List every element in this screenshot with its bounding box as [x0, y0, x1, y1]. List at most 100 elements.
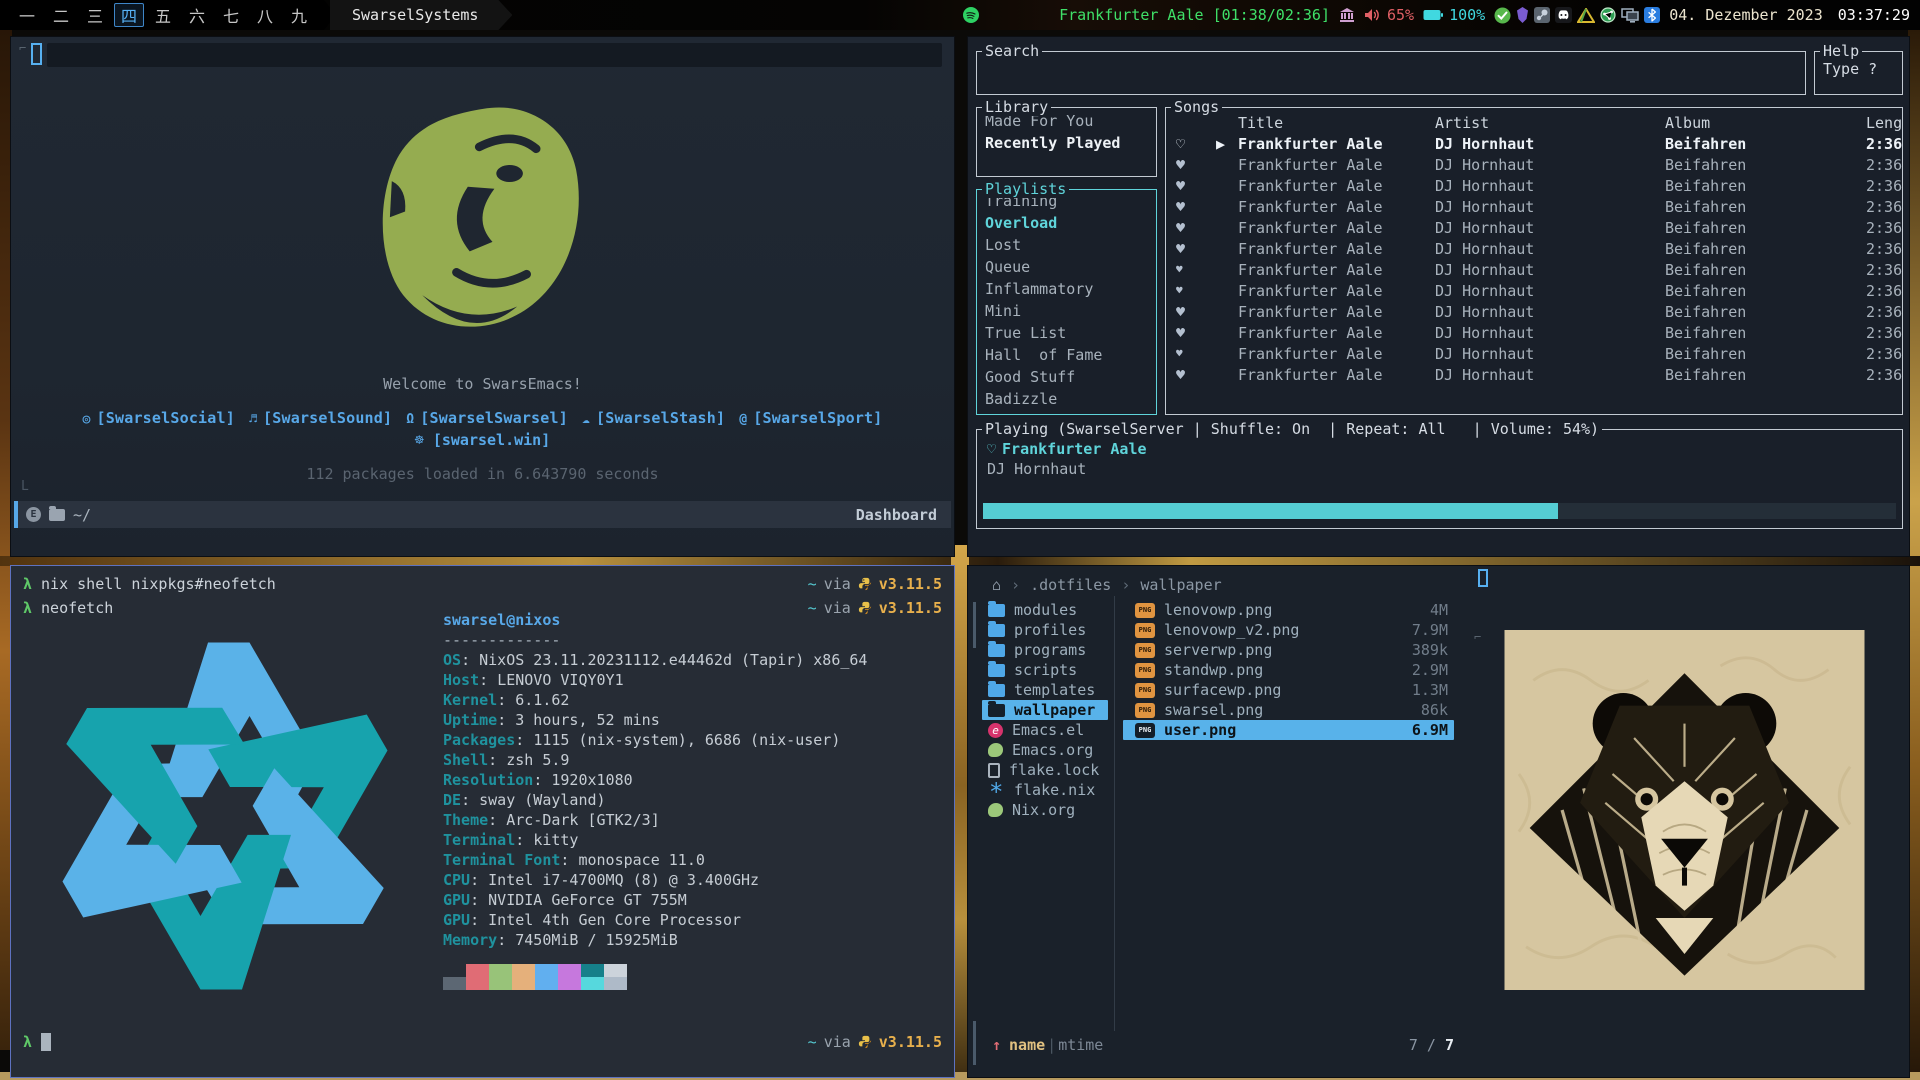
gem-shield-icon[interactable] [1516, 7, 1529, 23]
palette-swatch [512, 977, 535, 990]
file-row[interactable]: lenovowp.png 4M [1123, 600, 1454, 620]
workspace-button[interactable]: 二 [46, 3, 76, 27]
song-row[interactable]: ♥ Frankfurter Aale DJ Hornhaut Beifahren… [1166, 301, 1902, 322]
heart-icon[interactable]: ♥ [1176, 284, 1216, 297]
displays-icon[interactable] [1621, 8, 1639, 23]
directory-row[interactable]: wallpaper [982, 700, 1108, 720]
tent-vpn-icon[interactable] [1577, 8, 1595, 23]
bluetooth-icon[interactable] [1644, 7, 1660, 23]
song-row[interactable]: ♥ Frankfurter Aale DJ Hornhaut Beifahren… [1166, 343, 1902, 364]
workspace-button[interactable]: 八 [250, 3, 280, 27]
dashboard-link[interactable]: ◎[SwarselSocial] [82, 409, 235, 427]
terminal-window[interactable]: λ nix shell nixpkgs#neofetch ~ via v3.11… [10, 565, 955, 1078]
dashboard-link[interactable]: @[SwarselSport] [739, 409, 882, 427]
file-row[interactable]: surfacewp.png 1.3M [1123, 680, 1454, 700]
info-colon: : [461, 651, 479, 669]
directory-row[interactable]: Emacs.org [982, 740, 1108, 760]
sort-alt-key[interactable]: mtime [1058, 1036, 1103, 1054]
col-title: Title [1238, 114, 1435, 132]
workspace-button[interactable]: 四 [114, 3, 144, 27]
breadcrumb-part[interactable]: .dotfiles [1030, 576, 1111, 594]
file-row[interactable]: lenovowp_v2.png 7.9M [1123, 620, 1454, 640]
library-item[interactable]: Recently Played [977, 130, 1156, 152]
heart-icon[interactable]: ♥ [1176, 263, 1216, 276]
heart-outline-icon[interactable]: ♡ [987, 440, 996, 458]
workspace-button[interactable]: 三 [80, 3, 110, 27]
dashboard-link-row2[interactable]: ☸ [swarsel.win] [11, 431, 954, 449]
heart-icon[interactable]: ♥ [1176, 303, 1216, 321]
volume-module[interactable]: 65% [1364, 6, 1414, 24]
file-row[interactable]: user.png 6.9M [1123, 720, 1454, 740]
emacs-window[interactable]: ⌐ Welcome to SwarsEmacs! ◎[SwarselSocial… [10, 36, 955, 557]
playlist-item[interactable]: Mini [977, 300, 1156, 322]
dashboard-link[interactable]: ♬[SwarselSound] [249, 409, 392, 427]
battery-module[interactable]: 100% [1423, 6, 1485, 24]
directory-row[interactable]: templates [982, 680, 1108, 700]
home-icon[interactable]: ⌂ [992, 576, 1001, 594]
check-circle-icon[interactable] [1494, 7, 1511, 24]
playlist-item[interactable]: Badizzle [977, 388, 1156, 410]
file-row[interactable]: swarsel.png 86k [1123, 700, 1454, 720]
playlist-item[interactable]: Inflammatory [977, 278, 1156, 300]
discord-icon[interactable] [1555, 7, 1572, 23]
breadcrumb-part[interactable]: wallpaper [1140, 576, 1221, 594]
heart-icon[interactable]: ♥ [1176, 198, 1216, 216]
scrollbar-thumb[interactable] [973, 602, 976, 648]
song-row[interactable]: ♥ Frankfurter Aale DJ Hornhaut Beifahren… [1166, 154, 1902, 175]
song-row[interactable]: ♥ Frankfurter Aale DJ Hornhaut Beifahren… [1166, 280, 1902, 301]
song-row[interactable]: ♥ Frankfurter Aale DJ Hornhaut Beifahren… [1166, 364, 1902, 385]
heart-icon[interactable]: ♥ [1176, 347, 1216, 360]
syncthing-icon[interactable] [1600, 7, 1616, 23]
workspace-button[interactable]: 九 [284, 3, 314, 27]
heart-icon[interactable]: ♥ [1176, 324, 1216, 342]
help-box-label: Help [1820, 42, 1862, 60]
song-row[interactable]: ♥ Frankfurter Aale DJ Hornhaut Beifahren… [1166, 217, 1902, 238]
playlist-item[interactable]: Good Stuff [977, 366, 1156, 388]
heart-icon[interactable]: ♥ [1176, 156, 1216, 174]
scrollbar-thumb[interactable] [973, 1021, 976, 1065]
heart-icon[interactable]: ♡ [1176, 135, 1216, 153]
seek-bar[interactable] [983, 503, 1896, 519]
heart-icon[interactable]: ♥ [1176, 240, 1216, 258]
directory-row[interactable]: flake.nix [982, 780, 1108, 800]
song-row[interactable]: ♥ Frankfurter Aale DJ Hornhaut Beifahren… [1166, 259, 1902, 280]
song-row[interactable]: ♥ Frankfurter Aale DJ Hornhaut Beifahren… [1166, 196, 1902, 217]
breadcrumb[interactable]: ⌂ › .dotfiles › wallpaper [992, 576, 1222, 594]
playlist-item[interactable]: Lost [977, 234, 1156, 256]
directory-row[interactable]: programs [982, 640, 1108, 660]
sort-key[interactable]: name [1009, 1036, 1045, 1054]
shell-prompt-line[interactable]: λ ~ via v3.11.5 [11, 1032, 954, 1052]
file-row[interactable]: serverwp.png 389k [1123, 640, 1454, 660]
search-input[interactable] [981, 56, 1801, 90]
heart-icon[interactable]: ♥ [1176, 177, 1216, 195]
search-box[interactable]: Search [976, 51, 1806, 95]
file-manager-window[interactable]: ⌂ › .dotfiles › wallpaper modules profil… [967, 565, 1910, 1078]
song-row[interactable]: ♥ Frankfurter Aale DJ Hornhaut Beifahren… [1166, 238, 1902, 259]
directory-row[interactable]: profiles [982, 620, 1108, 640]
dashboard-link[interactable]: Ω[SwarselSwarsel] [406, 409, 568, 427]
song-row[interactable]: ♥ Frankfurter Aale DJ Hornhaut Beifahren… [1166, 175, 1902, 196]
song-artist: DJ Hornhaut [1435, 324, 1665, 342]
workspace-button[interactable]: 六 [182, 3, 212, 27]
playlist-item[interactable]: Hall of Fame [977, 344, 1156, 366]
song-row[interactable]: ♥ Frankfurter Aale DJ Hornhaut Beifahren… [1166, 322, 1902, 343]
directory-row[interactable]: scripts [982, 660, 1108, 680]
song-row[interactable]: ♡ ▶ Frankfurter Aale DJ Hornhaut Beifahr… [1166, 133, 1902, 154]
playlist-item[interactable]: Queue [977, 256, 1156, 278]
directory-row[interactable]: Emacs.el [982, 720, 1108, 740]
directory-row[interactable]: modules [982, 600, 1108, 620]
file-size: 4M [1430, 601, 1448, 619]
playlist-item[interactable]: True List [977, 322, 1156, 344]
museum-module[interactable] [1339, 8, 1355, 22]
heart-icon[interactable]: ♥ [1176, 366, 1216, 384]
heart-icon[interactable]: ♥ [1176, 219, 1216, 237]
music-player-window[interactable]: Search Help Type ? Library Made For YouR… [967, 36, 1910, 557]
file-row[interactable]: standwp.png 2.9M [1123, 660, 1454, 680]
workspace-button[interactable]: 七 [216, 3, 246, 27]
workspace-button[interactable]: 一 [12, 3, 42, 27]
workspace-button[interactable]: 五 [148, 3, 178, 27]
steam-icon[interactable] [1534, 7, 1550, 23]
directory-row[interactable]: flake.lock [982, 760, 1108, 780]
playlist-item[interactable]: Overload [977, 212, 1156, 234]
dashboard-link[interactable]: ☁[SwarselStash] [582, 409, 725, 427]
